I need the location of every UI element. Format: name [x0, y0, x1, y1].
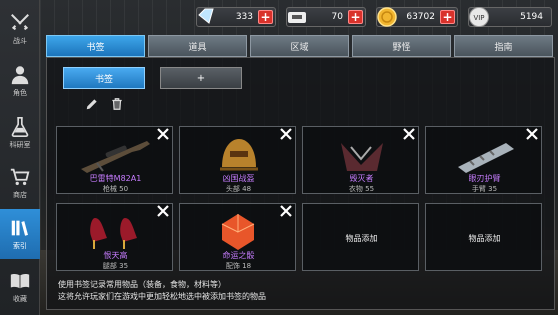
empty-slot-1[interactable]: 物品添加 [302, 203, 419, 271]
gold-amount: 63702 [406, 12, 435, 22]
pencil-icon[interactable] [85, 97, 99, 111]
trash-icon[interactable] [110, 97, 124, 111]
helmet-art [220, 139, 258, 171]
tab-areas[interactable]: 区域 [250, 35, 349, 57]
add-item-label: 物品添加 [345, 234, 378, 243]
item-name: 命运之骰 [222, 251, 255, 260]
add-crystal-button[interactable]: + [258, 10, 273, 24]
bookmark-slot-3[interactable]: 毁灭者 衣物 55 [302, 126, 419, 194]
add-ammo-button[interactable]: + [348, 10, 363, 24]
close-icon[interactable] [157, 205, 169, 217]
close-icon[interactable] [280, 128, 292, 140]
add-gold-button[interactable]: + [440, 10, 455, 24]
tab-guide[interactable]: 指南 [454, 35, 553, 57]
vip-amount: 5194 [520, 12, 543, 22]
bookmark-slot-6[interactable]: 命运之骰 配饰 18 [179, 203, 296, 271]
bookmark-slot-1[interactable]: 巴雷特M82A1 枪械 50 [56, 126, 173, 194]
item-category: 枪械 50 [102, 185, 129, 193]
empty-slot-2[interactable]: 物品添加 [425, 203, 542, 271]
sidebar-item-collection[interactable]: 收藏 [0, 262, 40, 312]
bookmark-slot-2[interactable]: 凶国战盔 头部 48 [179, 126, 296, 194]
gold-coin-icon [377, 7, 397, 27]
item-category: 手臂 35 [471, 185, 498, 193]
close-icon[interactable] [403, 128, 415, 140]
vip-badge-icon: VIP [469, 7, 489, 27]
arm-guard-art [458, 143, 514, 173]
close-icon[interactable] [526, 128, 538, 140]
item-name: 凶国战盔 [222, 174, 255, 183]
add-item-label: 物品添加 [468, 234, 501, 243]
crystal-currency: 333 + [196, 7, 276, 27]
open-book-icon [10, 273, 30, 289]
sidebar-item-label: 收藏 [13, 295, 27, 303]
flask-icon [11, 117, 29, 137]
sniper-rifle-art [81, 141, 150, 173]
index-books-icon [11, 220, 28, 236]
item-category: 衣物 55 [348, 185, 375, 193]
sidebar-item-label: 科研室 [9, 141, 31, 149]
sidebar-item-label: 战斗 [13, 37, 27, 45]
add-bookmark-group-button[interactable]: + [160, 67, 242, 89]
item-category: 腿部 35 [102, 262, 129, 270]
hint-line-2: 这将允许玩家们在游戏中更加轻松地选中被添加书签的物品 [58, 292, 266, 301]
crystal-amount: 333 [235, 12, 253, 22]
ammo-icon [288, 12, 306, 23]
shop-cart-icon [10, 168, 30, 186]
crossed-swords-icon [11, 14, 29, 31]
sidebar-item-character[interactable]: 角色 [0, 56, 40, 106]
crystal-icon [198, 8, 214, 24]
close-icon[interactable] [280, 205, 292, 217]
hint-line-1: 使用书签记录常用物品（装备，食物，材料等） [58, 280, 226, 289]
sidebar-item-label: 角色 [13, 89, 27, 97]
bookmark-slot-5[interactable]: 恨天高 腿部 35 [56, 203, 173, 271]
sidebar-item-label: 索引 [13, 242, 27, 250]
item-category: 头部 48 [225, 185, 252, 193]
bookmark-slot-4[interactable]: 眼刃护臂 手臂 35 [425, 126, 542, 194]
ammo-currency: 70 + [286, 7, 366, 27]
character-icon [11, 66, 29, 85]
sidebar-item-label: 商店 [13, 191, 27, 199]
item-name: 眼刃护臂 [468, 174, 501, 183]
tab-monsters[interactable]: 野怪 [352, 35, 451, 57]
gold-currency: 63702 + [376, 7, 458, 27]
vip-currency: VIP 5194 [468, 7, 552, 27]
sidebar-item-index[interactable]: 索引 [0, 209, 40, 259]
sidebar-item-shop[interactable]: 商店 [0, 158, 40, 208]
tab-items[interactable]: 道具 [148, 35, 247, 57]
bookmark-group-button[interactable]: 书签 [63, 67, 145, 89]
sidebar-item-battle[interactable]: 战斗 [0, 4, 40, 54]
svg-text:VIP: VIP [473, 14, 484, 22]
high-heels-art [90, 218, 137, 249]
item-name: 巴雷特M82A1 [89, 174, 142, 183]
sidebar-item-lab[interactable]: 科研室 [0, 108, 40, 158]
tab-bookmark[interactable]: 书签 [46, 35, 145, 57]
sidebar: 战斗 角色 科研室 商店 索引 收藏 [0, 0, 40, 315]
item-category: 配饰 18 [225, 262, 252, 270]
category-tabs: 书签 道具 区域 野怪 指南 [46, 35, 558, 57]
ammo-amount: 70 [331, 12, 343, 22]
armor-art [341, 143, 383, 171]
item-name: 毁灭者 [349, 174, 374, 183]
item-name: 恨天高 [103, 251, 128, 260]
dice-art [221, 214, 255, 250]
close-icon[interactable] [157, 128, 169, 140]
